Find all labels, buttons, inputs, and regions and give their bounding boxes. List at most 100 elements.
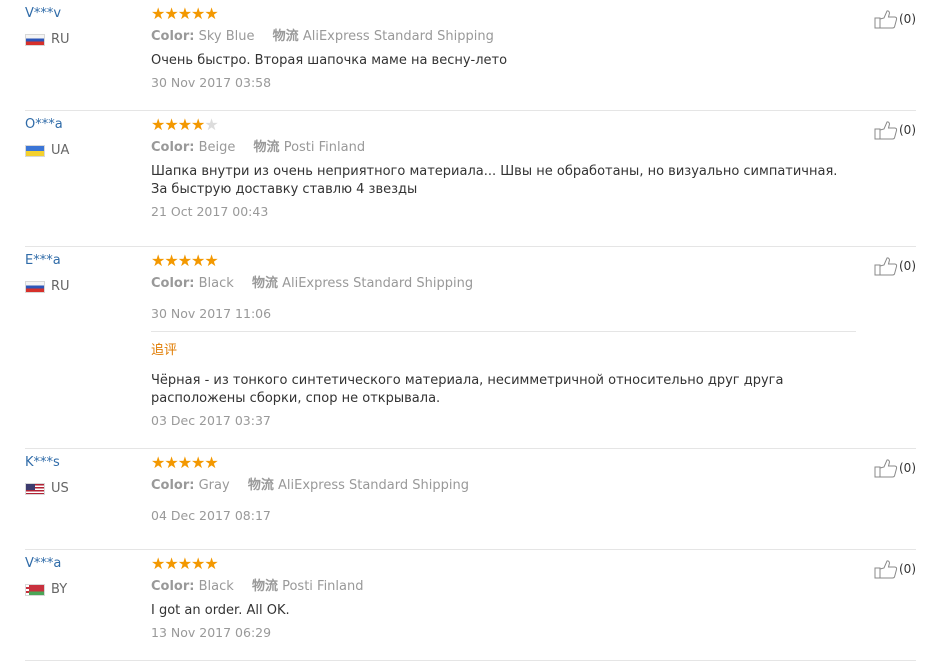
shipping-label: 物流: [247, 478, 274, 493]
star-icon: ★: [204, 4, 218, 23]
star-icon: ★: [177, 554, 192, 573]
star-icon: ★: [164, 453, 178, 472]
user-country: UA: [25, 143, 145, 158]
product-attributes: Color: Beige 物流 Posti Finland: [151, 139, 856, 157]
feedback-text: Шапка внутри из очень неприятного матери…: [151, 164, 838, 197]
star-icon: ★: [204, 115, 218, 134]
shipping-label: 物流: [272, 29, 299, 44]
star-icon: ★: [151, 251, 165, 270]
thumbs-up-icon: [874, 10, 898, 29]
thumbs-up-icon: [874, 459, 898, 478]
star-icon: ★: [177, 4, 192, 23]
color-label: Color:: [151, 579, 195, 594]
followup-label: 追评: [151, 343, 178, 358]
star-icon: ★: [164, 251, 178, 270]
feedback-content: ★★★★★ Color: Gray 物流 AliExpress Standard…: [151, 449, 916, 525]
user-info: K***s US: [25, 454, 145, 496]
color-value: Beige: [198, 140, 236, 155]
color-value: Gray: [198, 478, 230, 493]
user-info: V***a BY: [25, 555, 145, 597]
country-flag-icon: [25, 144, 45, 157]
feedback-content: ★★★★★ Color: Black 物流 AliExpress Standar…: [151, 247, 916, 430]
star-icon: ★: [177, 115, 192, 134]
feedback-content: ★★★★★ Color: Sky Blue 物流 AliExpress Stan…: [151, 0, 916, 92]
star-rating: ★★★★★: [151, 555, 856, 573]
product-attributes: Color: Gray 物流 AliExpress Standard Shipp…: [151, 477, 856, 495]
star-rating: ★★★★★: [151, 116, 856, 134]
feedback-text: I got an order. All OK.: [151, 603, 290, 618]
color-label: Color:: [151, 478, 195, 493]
user-info: V***v RU: [25, 5, 145, 47]
user-country: US: [25, 481, 145, 496]
color-label: Color:: [151, 140, 195, 155]
feedback-text: Очень быстро. Вторая шапочка маме на вес…: [151, 53, 508, 68]
country-flag-icon: [25, 33, 45, 46]
user-info: E***a RU: [25, 252, 145, 294]
feedback-list: V***v RU ★★★★★ Color: Sky Blue 物流 AliExp…: [0, 0, 935, 661]
user-country: RU: [25, 279, 145, 294]
star-icon: ★: [177, 453, 192, 472]
followup-text: Чёрная - из тонкого синтетического матер…: [151, 373, 784, 406]
feedback-content: ★★★★★ Color: Beige 物流 Posti Finland Шапк…: [151, 111, 916, 221]
star-icon: ★: [204, 554, 218, 573]
user-name[interactable]: K***s: [25, 454, 145, 472]
star-icon: ★: [151, 554, 165, 573]
star-icon: ★: [191, 453, 205, 472]
star-icon: ★: [191, 251, 205, 270]
country-code: UA: [51, 143, 70, 158]
feedback-date: 21 Oct 2017 00:43: [151, 204, 269, 219]
feedback-item: E***a RU ★★★★★ Color: Black 物流 AliExpres…: [25, 247, 916, 449]
star-icon: ★: [191, 554, 205, 573]
shipping-value: Posti Finland: [282, 579, 364, 594]
feedback-item: O***a UA ★★★★★ Color: Beige 物流 Posti Fin…: [25, 111, 916, 247]
helpful-button[interactable]: (0): [874, 256, 916, 276]
star-icon: ★: [151, 453, 165, 472]
shipping-value: AliExpress Standard Shipping: [282, 276, 474, 291]
user-info: O***a UA: [25, 116, 145, 158]
thumbs-up-icon: [874, 257, 898, 276]
star-icon: ★: [151, 4, 165, 23]
helpful-count: (0): [899, 12, 916, 26]
star-icon: ★: [164, 554, 178, 573]
feedback-date: 30 Nov 2017 11:06: [151, 306, 272, 321]
helpful-button[interactable]: (0): [874, 9, 916, 29]
user-name[interactable]: V***v: [25, 5, 145, 23]
country-flag-icon: [25, 280, 45, 293]
feedback-date: 30 Nov 2017 03:58: [151, 75, 272, 90]
helpful-button[interactable]: (0): [874, 458, 916, 478]
user-name[interactable]: V***a: [25, 555, 145, 573]
user-country: BY: [25, 582, 145, 597]
helpful-count: (0): [899, 123, 916, 137]
thumbs-up-icon: [874, 560, 898, 579]
feedback-item: V***v RU ★★★★★ Color: Sky Blue 物流 AliExp…: [25, 0, 916, 111]
feedback-item: V***a BY ★★★★★ Color: Black 物流 Posti Fin…: [25, 550, 916, 661]
country-code: RU: [51, 279, 70, 294]
star-icon: ★: [164, 4, 178, 23]
product-attributes: Color: Sky Blue 物流 AliExpress Standard S…: [151, 28, 856, 46]
country-code: US: [51, 481, 69, 496]
helpful-button[interactable]: (0): [874, 120, 916, 140]
feedback-date: 04 Dec 2017 08:17: [151, 508, 271, 523]
feedback-date: 13 Nov 2017 06:29: [151, 625, 272, 640]
shipping-label: 物流: [251, 579, 278, 594]
helpful-count: (0): [899, 562, 916, 576]
color-value: Sky Blue: [198, 29, 255, 44]
helpful-count: (0): [899, 461, 916, 475]
shipping-label: 物流: [251, 276, 278, 291]
thumbs-up-icon: [874, 121, 898, 140]
helpful-button[interactable]: (0): [874, 559, 916, 579]
helpful-count: (0): [899, 259, 916, 273]
country-flag-icon: [25, 482, 45, 495]
star-rating: ★★★★★: [151, 252, 856, 270]
star-icon: ★: [191, 115, 205, 134]
user-name[interactable]: E***a: [25, 252, 145, 270]
color-label: Color:: [151, 276, 195, 291]
country-code: BY: [51, 582, 68, 597]
shipping-value: AliExpress Standard Shipping: [302, 29, 494, 44]
feedback-item: K***s US ★★★★★ Color: Gray 物流 AliExpress…: [25, 449, 916, 550]
user-name[interactable]: O***a: [25, 116, 145, 134]
product-attributes: Color: Black 物流 Posti Finland: [151, 578, 856, 596]
shipping-value: AliExpress Standard Shipping: [277, 478, 469, 493]
followup-feedback: 追评 Чёрная - из тонкого синтетического мат…: [151, 331, 856, 430]
user-country: RU: [25, 32, 145, 47]
